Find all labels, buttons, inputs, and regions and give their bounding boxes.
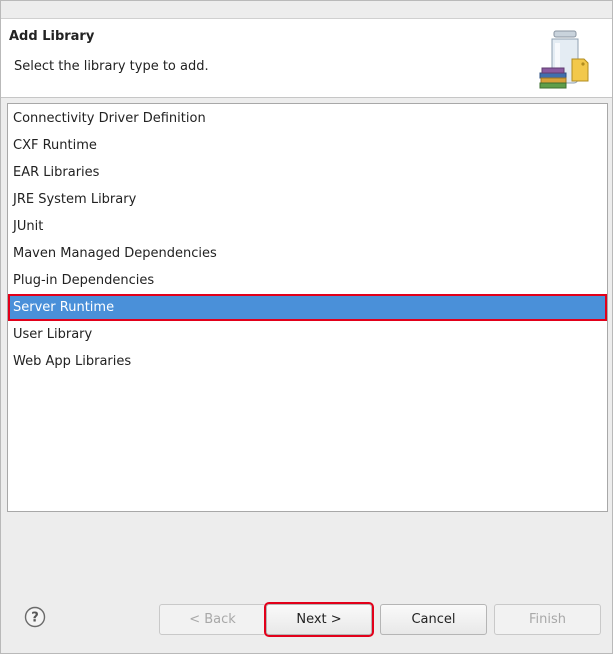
list-item[interactable]: Maven Managed Dependencies — [8, 240, 607, 267]
next-button[interactable]: Next > — [264, 602, 374, 637]
list-item[interactable]: JRE System Library — [8, 186, 607, 213]
finish-button[interactable]: Finish — [494, 604, 601, 635]
list-item[interactable]: Plug-in Dependencies — [8, 267, 607, 294]
back-button[interactable]: < Back — [159, 604, 266, 635]
dialog-description: Select the library type to add. — [14, 59, 209, 74]
dialog-top-strip — [1, 1, 612, 19]
list-item[interactable]: EAR Libraries — [8, 159, 607, 186]
list-item[interactable]: JUnit — [8, 213, 607, 240]
library-type-list[interactable]: Connectivity Driver Definition CXF Runti… — [7, 103, 608, 512]
add-library-dialog: Add Library Select the library type to a… — [0, 0, 613, 654]
dialog-title: Add Library — [9, 29, 95, 44]
list-item[interactable]: Connectivity Driver Definition — [8, 105, 607, 132]
svg-text:?: ? — [31, 611, 39, 626]
cancel-button[interactable]: Cancel — [380, 604, 487, 635]
list-item-selected[interactable]: Server Runtime — [8, 294, 607, 321]
dialog-header: Add Library Select the library type to a… — [1, 19, 612, 98]
list-item[interactable]: CXF Runtime — [8, 132, 607, 159]
list-item[interactable]: Web App Libraries — [8, 348, 607, 375]
list-item[interactable]: User Library — [8, 321, 607, 348]
library-jar-icon — [538, 29, 604, 89]
help-icon[interactable]: ? — [24, 606, 46, 628]
